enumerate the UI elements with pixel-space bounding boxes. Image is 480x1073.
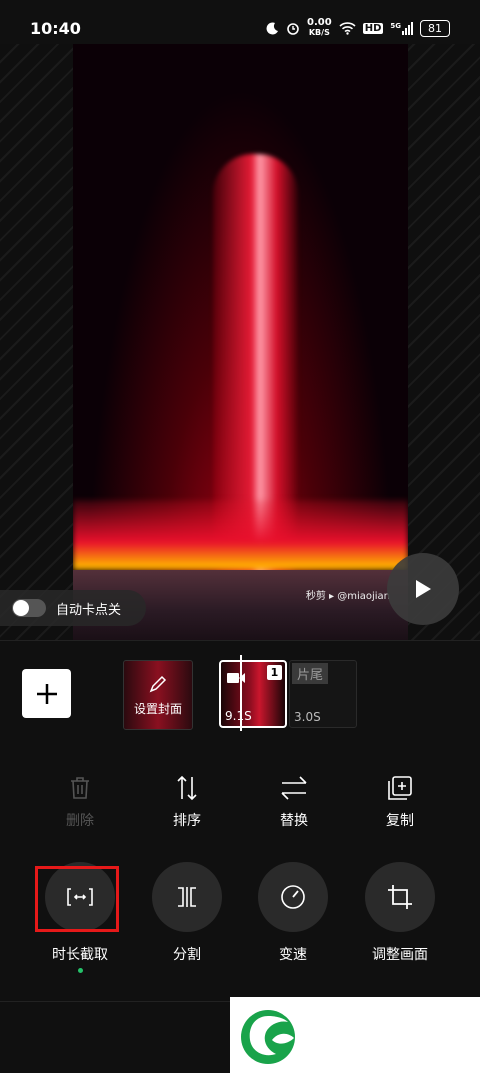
watermark: 秒剪 ▸ @miaojian — [305, 591, 390, 602]
copy-button[interactable]: 复制 — [360, 775, 440, 830]
auto-beat-label: 自动卡点关 — [56, 602, 122, 618]
outro-label: 片尾 — [292, 663, 329, 684]
pencil-icon — [149, 675, 167, 692]
highlight-box — [35, 866, 119, 932]
speed-button[interactable]: 变速 — [243, 862, 343, 964]
trim-duration-label: 时长截取 — [52, 947, 108, 963]
speed-icon — [281, 885, 305, 909]
clip-duration: 9.1S — [225, 709, 252, 723]
split-icon — [178, 887, 196, 907]
add-clip-button[interactable] — [22, 669, 71, 718]
alarm-icon — [287, 23, 299, 35]
outro-duration: 3.0S — [294, 710, 321, 724]
clock: 10:40 — [30, 19, 81, 38]
video-preview[interactable]: 秒剪 ▸ @miaojian — [73, 44, 408, 640]
speed-label: 变速 — [279, 947, 307, 963]
signal-icon: 5G — [390, 21, 413, 35]
clip-index-badge: 1 — [267, 665, 282, 680]
set-cover-label: 设置封面 — [133, 701, 182, 716]
sort-label: 排序 — [173, 813, 201, 829]
video-clip-icon — [227, 673, 245, 683]
play-button[interactable] — [387, 553, 459, 625]
status-icons: 0.00 KB/S HD 5G 81 — [266, 18, 450, 38]
net-speed: 0.00 KB/S — [307, 17, 332, 38]
delete-label: 删除 — [66, 813, 94, 829]
replace-label: 替换 — [280, 813, 308, 829]
replace-button[interactable]: 替换 — [254, 775, 334, 830]
delete-button[interactable]: 删除 — [40, 775, 120, 830]
status-bar: 10:40 0.00 KB/S HD 5G 81 — [0, 0, 480, 44]
trash-icon — [71, 777, 89, 799]
adjust-frame-circle[interactable] — [365, 862, 435, 932]
battery-indicator: 81 — [420, 19, 450, 37]
split-label: 分割 — [173, 947, 201, 963]
logo-area — [230, 997, 480, 1073]
playhead[interactable] — [240, 655, 242, 731]
toggle-switch[interactable] — [12, 599, 46, 617]
sort-button[interactable]: 排序 — [147, 775, 227, 830]
outro-clip[interactable]: 片尾 3.0S — [289, 660, 357, 728]
split-circle[interactable] — [152, 862, 222, 932]
wifi-icon — [339, 21, 356, 35]
set-cover-button[interactable]: 设置封面 — [123, 660, 193, 730]
hd-badge: HD — [362, 22, 384, 34]
video-preview-area: 秒剪 ▸ @miaojian — [0, 44, 480, 640]
auto-beat-toggle[interactable]: 自动卡点关 — [0, 590, 146, 626]
edit-tool-row: 删除 排序 替换 复制 — [0, 775, 480, 835]
speed-circle[interactable] — [258, 862, 328, 932]
clip-thumbnail[interactable]: 1 9.1S — [219, 660, 287, 728]
swap-icon — [281, 776, 307, 800]
adjust-frame-label: 调整画面 — [372, 947, 428, 963]
split-button[interactable]: 分割 — [137, 862, 237, 964]
play-icon — [416, 580, 431, 598]
moon-icon — [266, 21, 279, 34]
crop-icon — [388, 885, 412, 909]
copy-icon — [388, 776, 412, 800]
sort-icon — [177, 775, 197, 801]
fountain-base-glow — [73, 500, 408, 570]
leaf-logo-icon — [241, 1010, 295, 1064]
active-indicator-dot — [77, 968, 83, 973]
adjust-frame-button[interactable]: 调整画面 — [350, 862, 450, 964]
plus-icon — [36, 683, 57, 704]
copy-label: 复制 — [386, 813, 414, 829]
